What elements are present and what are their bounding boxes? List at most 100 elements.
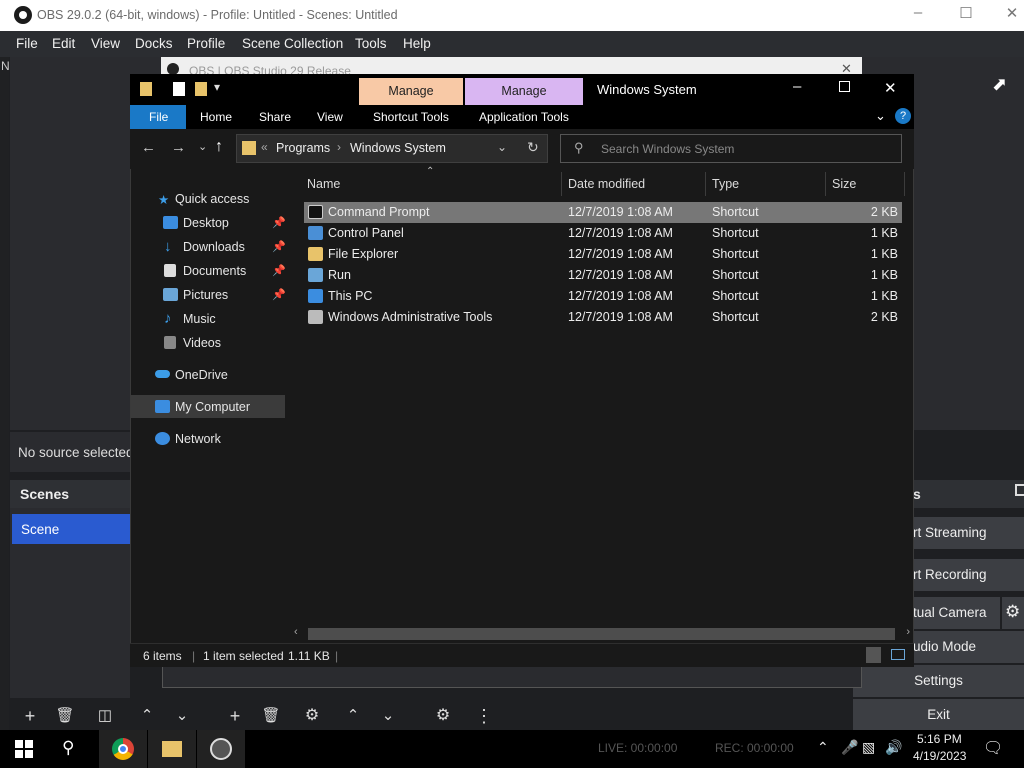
address-dropdown-icon[interactable]: ⌄: [497, 140, 507, 154]
tab-home[interactable]: Home: [200, 110, 232, 124]
column-divider[interactable]: [904, 172, 905, 196]
scene-list-item[interactable]: Scene: [12, 514, 130, 544]
undock-icon[interactable]: [1015, 484, 1024, 496]
search-icon[interactable]: ⚲: [62, 738, 74, 758]
expand-ribbon-icon[interactable]: ⌄: [875, 108, 886, 124]
nav-item-network[interactable]: Network: [175, 432, 221, 446]
clock-date[interactable]: 4/19/2023: [913, 749, 966, 763]
remove-source-icon[interactable]: 🗑: [256, 703, 286, 729]
maximize-icon[interactable]: ☐: [956, 4, 976, 22]
source-down-icon[interactable]: ⌄: [373, 703, 403, 729]
chevron-up-icon[interactable]: ⌃: [817, 739, 829, 756]
table-row[interactable]: This PC 12/7/2019 1:08 AM Shortcut 1 KB: [304, 286, 902, 307]
close-icon[interactable]: ✕: [1002, 4, 1022, 22]
nav-item-videos[interactable]: Videos: [183, 336, 221, 350]
customize-qat-icon[interactable]: ▾: [214, 80, 220, 94]
large-icons-view-icon[interactable]: [891, 649, 905, 660]
clock-time[interactable]: 5:16 PM: [917, 732, 962, 746]
breadcrumb-windows-system[interactable]: Windows System: [350, 141, 446, 155]
breadcrumb-programs[interactable]: Programs: [276, 141, 330, 155]
move-down-icon[interactable]: ⌄: [167, 703, 197, 729]
scrollbar-thumb[interactable]: [308, 628, 895, 640]
tab-share[interactable]: Share: [259, 110, 291, 124]
properties-icon[interactable]: [173, 82, 185, 96]
menu-file[interactable]: File: [16, 36, 38, 51]
maximize-icon[interactable]: [839, 81, 850, 92]
tab-view[interactable]: View: [317, 110, 343, 124]
remove-scene-icon[interactable]: 🗑: [50, 703, 80, 729]
search-box[interactable]: ⚲ Search Windows System: [560, 134, 902, 163]
exit-button[interactable]: Exit: [853, 699, 1024, 731]
scroll-left-icon[interactable]: ‹: [294, 626, 298, 638]
tab-manage-application[interactable]: Manage: [465, 78, 583, 105]
nav-item-desktop[interactable]: Desktop: [183, 216, 229, 230]
up-icon[interactable]: ↑: [215, 138, 223, 156]
notifications-icon[interactable]: 🗨: [983, 738, 1003, 758]
menu-tools[interactable]: Tools: [355, 36, 387, 51]
close-icon[interactable]: ✕: [884, 79, 897, 97]
add-scene-icon[interactable]: +: [15, 703, 45, 729]
table-row[interactable]: Run 12/7/2019 1:08 AM Shortcut 1 KB: [304, 265, 902, 286]
tab-shortcut-tools[interactable]: Shortcut Tools: [373, 110, 449, 124]
column-divider[interactable]: [825, 172, 826, 196]
column-date-modified[interactable]: Date modified: [568, 177, 645, 191]
start-recording-button[interactable]: rt Recording: [913, 559, 1024, 591]
minimize-icon[interactable]: –: [908, 4, 928, 21]
studio-mode-button[interactable]: udio Mode: [913, 631, 1024, 663]
network-icon[interactable]: ▧: [862, 739, 875, 756]
speaker-icon[interactable]: 🔊: [885, 739, 902, 756]
start-streaming-button[interactable]: rt Streaming: [913, 517, 1024, 549]
table-row[interactable]: Windows Administrative Tools 12/7/2019 1…: [304, 307, 902, 328]
admin-tools-icon: [308, 310, 323, 324]
menu-edit[interactable]: Edit: [52, 36, 75, 51]
menu-docks[interactable]: Docks: [135, 36, 173, 51]
nav-item-my-computer[interactable]: My Computer: [175, 400, 250, 414]
address-bar[interactable]: « Programs › Windows System ⌄ ↻: [236, 134, 548, 163]
more-options-icon[interactable]: ⋮: [469, 703, 499, 729]
column-name[interactable]: Name: [307, 177, 340, 191]
nav-item-documents[interactable]: Documents: [183, 264, 246, 278]
forward-icon[interactable]: →: [171, 139, 186, 156]
scene-filter-icon[interactable]: ◫: [90, 703, 120, 729]
column-size[interactable]: Size: [832, 177, 856, 191]
virtual-camera-settings-icon[interactable]: ⚙: [1002, 597, 1024, 629]
table-row[interactable]: Command Prompt 12/7/2019 1:08 AM Shortcu…: [304, 202, 902, 223]
table-row[interactable]: Control Panel 12/7/2019 1:08 AM Shortcut…: [304, 223, 902, 244]
nav-item-onedrive[interactable]: OneDrive: [175, 368, 228, 382]
virtual-camera-button[interactable]: tual Camera: [913, 597, 1000, 629]
move-up-icon[interactable]: ⌃: [132, 703, 162, 729]
back-icon[interactable]: ←: [141, 139, 156, 156]
source-up-icon[interactable]: ⌃: [338, 703, 368, 729]
obs-taskbar-icon[interactable]: [197, 730, 245, 768]
file-explorer-taskbar-icon[interactable]: [148, 730, 196, 768]
menu-scene-collection[interactable]: Scene Collection: [242, 36, 343, 51]
nav-item-pictures[interactable]: Pictures: [183, 288, 228, 302]
help-icon[interactable]: ?: [895, 108, 911, 124]
tab-manage-shortcut[interactable]: Manage: [359, 78, 463, 105]
column-type[interactable]: Type: [712, 177, 739, 191]
recent-locations-icon[interactable]: ⌄: [198, 140, 207, 153]
nav-item-quick-access[interactable]: Quick access: [175, 192, 249, 206]
tab-application-tools[interactable]: Application Tools: [479, 110, 569, 124]
menu-view[interactable]: View: [91, 36, 120, 51]
column-divider[interactable]: [705, 172, 706, 196]
chrome-taskbar-icon[interactable]: [99, 730, 147, 768]
table-row[interactable]: File Explorer 12/7/2019 1:08 AM Shortcut…: [304, 244, 902, 265]
scroll-right-icon[interactable]: ›: [906, 626, 910, 638]
minimize-icon[interactable]: –: [793, 78, 801, 95]
refresh-icon[interactable]: ↻: [527, 139, 539, 156]
nav-item-music[interactable]: Music: [183, 312, 216, 326]
column-divider[interactable]: [561, 172, 562, 196]
start-icon[interactable]: [15, 740, 33, 758]
source-properties-icon[interactable]: ⚙: [297, 703, 327, 729]
menu-help[interactable]: Help: [403, 36, 431, 51]
menu-profile[interactable]: Profile: [187, 36, 225, 51]
new-folder-icon[interactable]: [195, 82, 207, 96]
tab-file[interactable]: File: [130, 105, 186, 129]
audio-settings-icon[interactable]: ⚙: [428, 703, 458, 729]
add-source-icon[interactable]: +: [220, 703, 250, 729]
nav-item-downloads[interactable]: Downloads: [183, 240, 245, 254]
details-view-icon[interactable]: [866, 647, 881, 663]
settings-button[interactable]: Settings: [853, 665, 1024, 697]
microphone-icon[interactable]: 🎤: [841, 739, 858, 756]
